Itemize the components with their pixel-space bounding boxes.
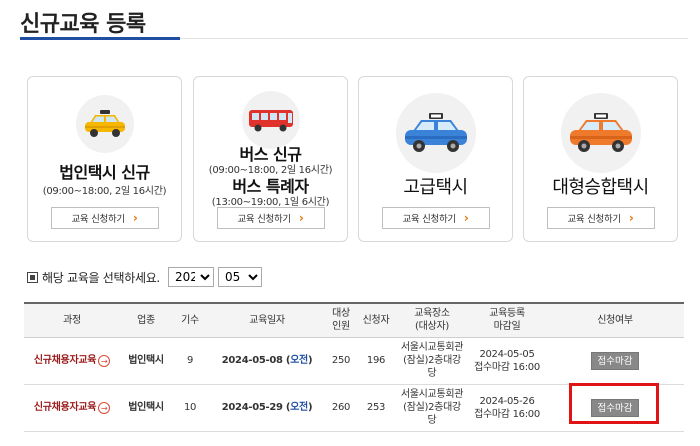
term-cell: 10	[172, 384, 208, 432]
course-card-bus: 버스 신규 (09:00~18:00, 2일 16시간) 버스 특례자 (13:…	[193, 76, 348, 242]
arrow-right-circle-icon: →	[98, 355, 111, 368]
square-bullet-icon	[27, 271, 38, 283]
date-cell: 2024-05-29 (오전)	[208, 384, 326, 432]
apply-button-van-taxi[interactable]: 교육 신청하기 ›	[546, 207, 655, 229]
course-cell[interactable]: 신규채용자교육 →	[24, 337, 120, 385]
page-title: 신규교육 등록	[20, 12, 146, 37]
business-cell: 법인택시	[120, 337, 172, 385]
date-cell: 2024-05-08 (오전)	[208, 337, 326, 385]
chevron-right-icon: ›	[132, 211, 138, 225]
chevron-right-icon: ›	[463, 211, 469, 225]
header-capacity: 대상 인원	[326, 302, 356, 338]
course-card-corporate-taxi: 법인택시 신규 (09:00~18:00, 2일 16시간) 교육 신청하기 ›	[27, 76, 182, 242]
term-cell: 9	[172, 337, 208, 385]
header-place: 교육장소 (대상자)	[396, 302, 468, 338]
premium-taxi-icon	[395, 93, 476, 173]
header-applicants: 신청자	[356, 302, 396, 338]
course-schedule: (09:00~18:00, 2일 16시간)	[208, 165, 333, 176]
header-business: 업종	[120, 302, 172, 338]
chevron-right-icon: ›	[298, 211, 304, 225]
course-name: 버스 신규	[239, 145, 302, 164]
status-cell: 접수마감	[546, 337, 684, 385]
course-schedule: (09:00~18:00, 2일 16시간)	[42, 186, 167, 197]
table-header-row: 과정 업종 기수 교육일자 대상 인원 신청자 교육장소 (대상자) 교육등록 …	[24, 302, 684, 338]
applicants-cell: 253	[356, 384, 396, 432]
bus-icon	[241, 91, 300, 149]
business-cell: 법인택시	[120, 384, 172, 432]
capacity-cell: 250	[326, 337, 356, 385]
course-cell[interactable]: 신규채용자교육 →	[24, 384, 120, 432]
apply-button-label: 교육 신청하기	[402, 214, 456, 225]
place-cell: 서울시교통회관 (잠실)2층대강 당	[396, 384, 468, 432]
apply-button-label: 교육 신청하기	[237, 214, 291, 225]
chevron-right-icon: ›	[628, 211, 634, 225]
course-filter: 해당 교육을 선택하세요. 2024 05	[27, 267, 262, 287]
header-course: 과정	[24, 302, 120, 338]
status-closed-button[interactable]: 접수마감	[590, 351, 640, 370]
apply-button-corporate-taxi[interactable]: 교육 신청하기 ›	[50, 207, 159, 229]
header-status: 신청여부	[546, 302, 684, 338]
table-row: 신규채용자교육 → 법인택시 9 2024-05-08 (오전) 250 196 …	[24, 337, 684, 385]
course-name: 법인택시 신규	[59, 163, 150, 182]
title-accent-underline	[20, 37, 180, 40]
month-select[interactable]: 05	[217, 267, 262, 287]
capacity-cell: 260	[326, 384, 356, 432]
header-deadline: 교육등록 마감일	[468, 302, 546, 338]
applicants-cell: 196	[356, 337, 396, 385]
course-card-premium-taxi: 고급택시 교육 신청하기 ›	[358, 76, 513, 242]
deadline-cell: 2024-05-05 접수마감 16:00	[468, 337, 546, 385]
taxi-icon	[75, 95, 134, 153]
header-date: 교육일자	[208, 302, 326, 338]
apply-button-bus[interactable]: 교육 신청하기 ›	[216, 207, 325, 229]
apply-button-premium-taxi[interactable]: 교육 신청하기 ›	[381, 207, 490, 229]
arrow-right-circle-icon: →	[98, 402, 111, 415]
course-name: 버스 특례자	[232, 177, 309, 196]
place-cell: 서울시교통회관 (잠실)2층대강 당	[396, 337, 468, 385]
apply-button-label: 교육 신청하기	[567, 214, 621, 225]
highlight-box	[569, 383, 659, 424]
header-term: 기수	[172, 302, 208, 338]
year-select[interactable]: 2024	[167, 267, 214, 287]
course-name: 대형승합택시	[552, 177, 649, 198]
filter-label: 해당 교육을 선택하세요.	[42, 270, 160, 285]
course-card-van-taxi: 대형승합택시 교육 신청하기 ›	[523, 76, 678, 242]
deadline-cell: 2024-05-26 접수마감 16:00	[468, 384, 546, 432]
apply-button-label: 교육 신청하기	[71, 214, 125, 225]
course-name: 고급택시	[403, 177, 468, 198]
van-taxi-icon	[560, 93, 641, 173]
